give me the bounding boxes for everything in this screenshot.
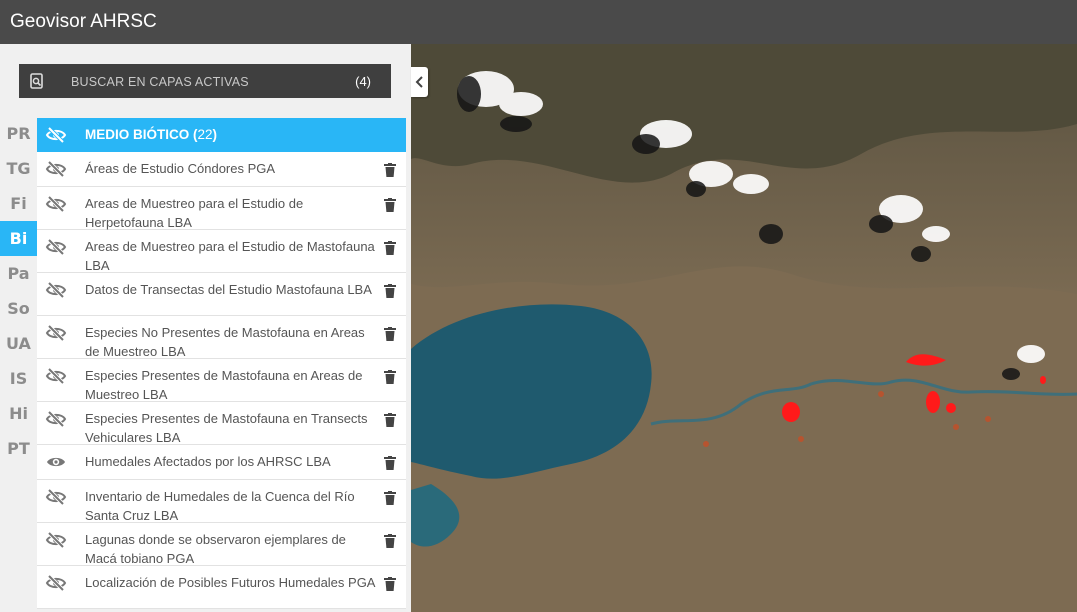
category-tab[interactable]: PT <box>0 431 37 466</box>
trash-icon[interactable] <box>384 241 396 260</box>
eye-icon[interactable] <box>45 453 67 476</box>
app-header: Geovisor AHRSC <box>0 0 1077 44</box>
trash-icon[interactable] <box>384 327 396 346</box>
trash-icon[interactable] <box>384 198 396 217</box>
trash-icon[interactable] <box>384 413 396 432</box>
layer-list: MEDIO BIÓTICO (22) Áreas de Estudio Cónd… <box>37 118 406 609</box>
layer-label: Humedales Afectados por los AHRSC LBA <box>85 454 331 469</box>
category-tab[interactable]: Pa <box>0 256 37 291</box>
layer-item[interactable]: Áreas de Estudio Cóndores PGA <box>37 152 406 187</box>
layer-label: Áreas de Estudio Cóndores PGA <box>85 161 276 176</box>
category-tab[interactable]: UA <box>0 326 37 361</box>
group-count: 22 <box>197 127 213 142</box>
trash-icon[interactable] <box>384 491 396 510</box>
collapse-panel-button[interactable] <box>411 67 428 97</box>
eye-slash-icon[interactable] <box>45 324 67 347</box>
layer-label: Especies Presentes de Mastofauna en Area… <box>85 368 363 402</box>
app-title: Geovisor AHRSC <box>10 11 157 32</box>
group-header-medio-biotico[interactable]: MEDIO BIÓTICO (22) <box>37 118 406 152</box>
group-title: MEDIO BIÓTICO (22) <box>85 127 217 142</box>
layer-item[interactable]: Especies Presentes de Mastofauna en Tran… <box>37 402 406 445</box>
trash-icon[interactable] <box>384 577 396 596</box>
trash-icon[interactable] <box>384 456 396 475</box>
search-label: BUSCAR EN CAPAS ACTIVAS <box>71 75 249 89</box>
search-active-layers-button[interactable]: BUSCAR EN CAPAS ACTIVAS (4) <box>19 64 391 98</box>
layer-label: Lagunas donde se observaron ejemplares d… <box>85 532 346 566</box>
group-name: MEDIO BIÓTICO ( <box>85 127 198 142</box>
layer-label: Datos de Transectas del Estudio Mastofau… <box>85 282 372 297</box>
category-tab[interactable]: IS <box>0 361 37 396</box>
group-close-paren: ) <box>212 127 218 142</box>
layer-item[interactable]: Areas de Muestreo para el Estudio de Mas… <box>37 230 406 273</box>
layer-label: Especies Presentes de Mastofauna en Tran… <box>85 411 368 445</box>
eye-slash-icon[interactable] <box>45 160 67 183</box>
trash-icon[interactable] <box>384 284 396 303</box>
layer-label: Especies No Presentes de Mastofauna en A… <box>85 325 365 359</box>
satellite-map[interactable] <box>411 44 1077 612</box>
eye-slash-icon[interactable] <box>45 367 67 390</box>
layer-label: Inventario de Humedales de la Cuenca del… <box>85 489 355 523</box>
category-tab[interactable]: Hi <box>0 396 37 431</box>
trash-icon[interactable] <box>384 534 396 553</box>
layer-label: Areas de Muestreo para el Estudio de Her… <box>85 196 304 230</box>
layer-item[interactable]: Inventario de Humedales de la Cuenca del… <box>37 480 406 523</box>
layer-item[interactable]: Areas de Muestreo para el Estudio de Her… <box>37 187 406 230</box>
eye-slash-icon[interactable] <box>45 195 67 218</box>
eye-slash-icon[interactable] <box>45 488 67 511</box>
category-tab[interactable]: PR <box>0 116 37 151</box>
layers-search-icon <box>29 73 45 89</box>
eye-slash-icon[interactable] <box>45 238 67 261</box>
chevron-left-icon <box>415 76 423 88</box>
layer-item[interactable]: Lagunas donde se observaron ejemplares d… <box>37 523 406 566</box>
layers-panel: BUSCAR EN CAPAS ACTIVAS (4) PR TG Fi Bi Pa So… <box>0 44 411 612</box>
active-layers-count: (4) <box>355 74 371 89</box>
eye-slash-icon[interactable] <box>45 410 67 433</box>
trash-icon[interactable] <box>384 370 396 389</box>
layer-item[interactable]: Humedales Afectados por los AHRSC LBA <box>37 445 406 480</box>
layer-item[interactable]: Datos de Transectas del Estudio Mastofau… <box>37 273 406 316</box>
category-tab[interactable]: TG <box>0 151 37 186</box>
eye-slash-icon[interactable] <box>45 281 67 304</box>
eye-slash-icon[interactable] <box>45 574 67 597</box>
layer-item[interactable]: Especies No Presentes de Mastofauna en A… <box>37 316 406 359</box>
layer-item[interactable]: Especies Presentes de Mastofauna en Area… <box>37 359 406 402</box>
eye-slash-icon[interactable] <box>45 126 67 149</box>
layer-label: Localización de Posibles Futuros Humedal… <box>85 575 376 590</box>
category-tab[interactable]: So <box>0 291 37 326</box>
layer-label: Areas de Muestreo para el Estudio de Mas… <box>85 239 375 273</box>
trash-icon[interactable] <box>384 163 396 182</box>
category-tab[interactable]: Bi <box>0 221 37 256</box>
eye-slash-icon[interactable] <box>45 531 67 554</box>
category-tabs: PR TG Fi Bi Pa So UA IS Hi PT <box>0 116 37 466</box>
category-tab[interactable]: Fi <box>0 186 37 221</box>
layer-item[interactable]: Localización de Posibles Futuros Humedal… <box>37 566 406 609</box>
